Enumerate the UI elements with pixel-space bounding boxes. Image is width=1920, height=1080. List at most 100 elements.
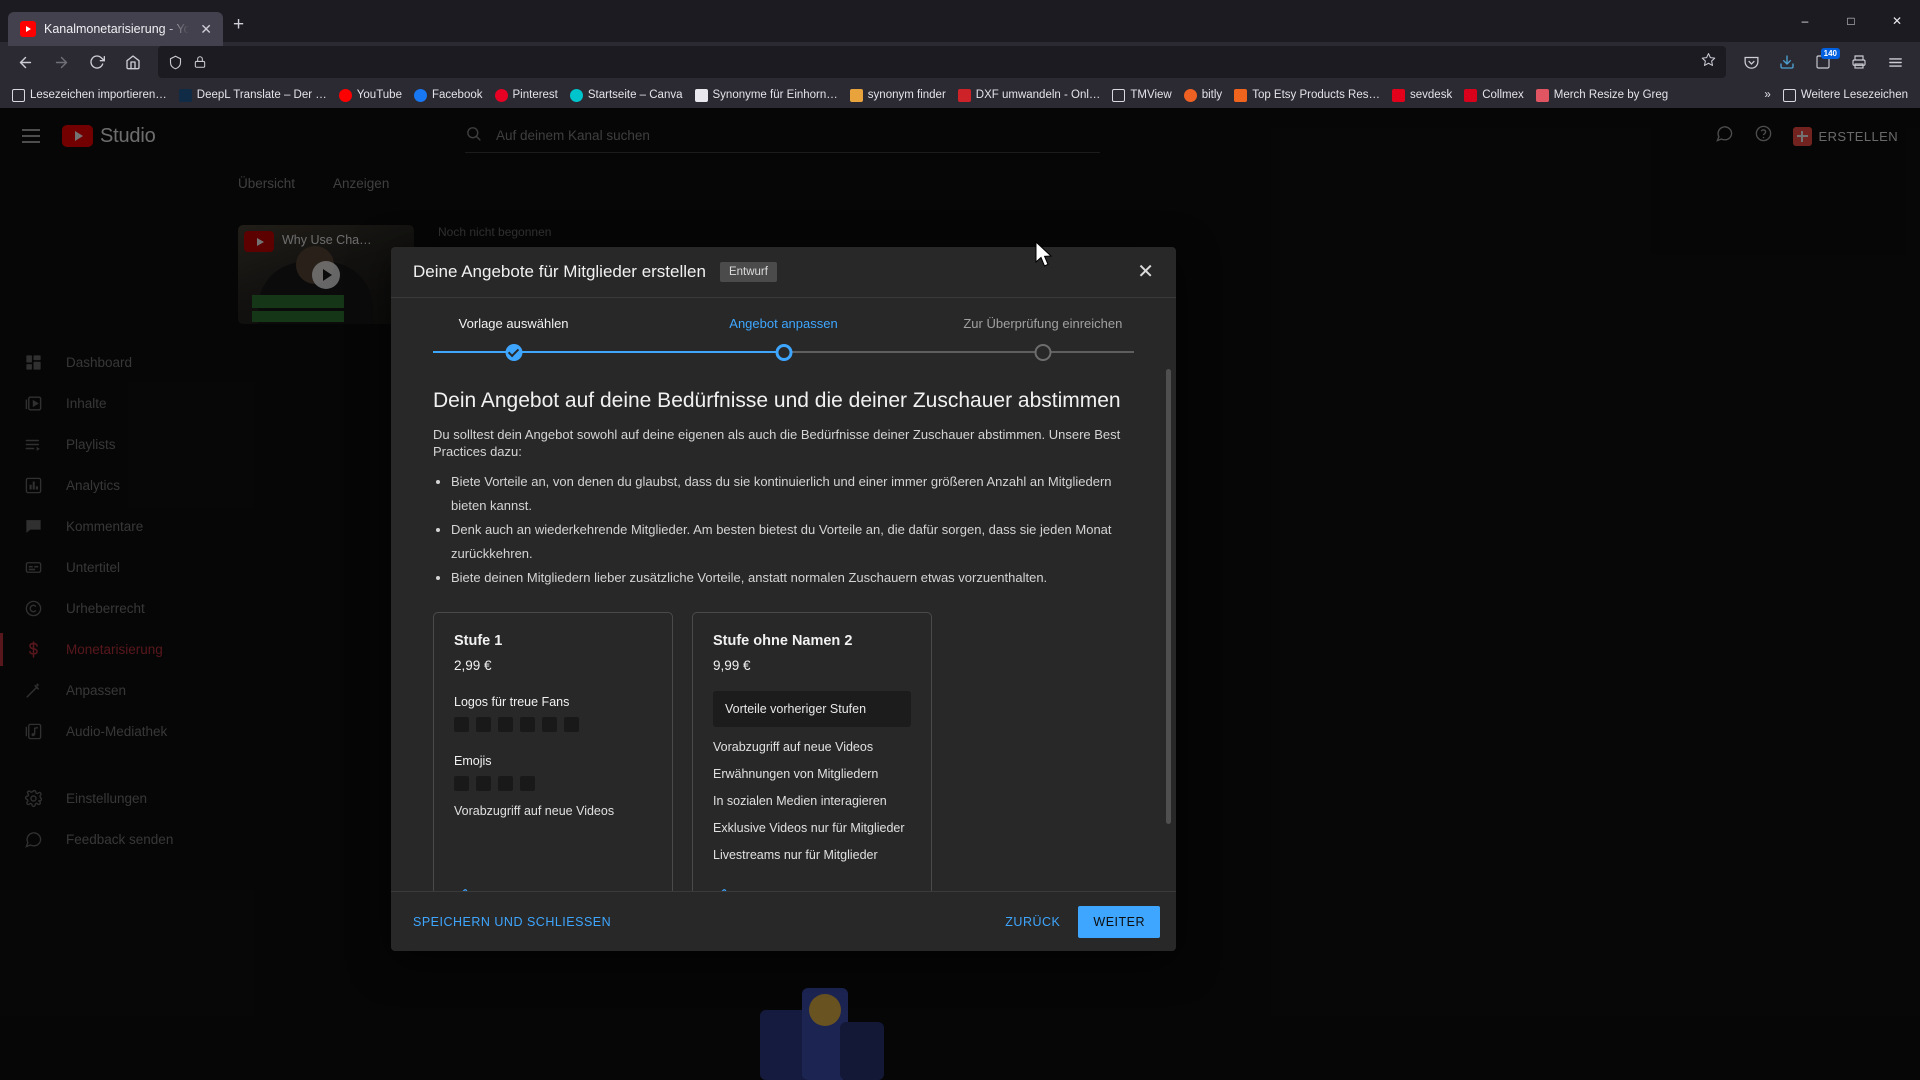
tab-strip: Kanalmonetarisierung - YouTub ✕ +: [0, 0, 244, 46]
edit-tier-button[interactable]: BEARBEITEN: [454, 862, 652, 891]
create-offers-modal: Deine Angebote für Mitglieder erstellen …: [391, 247, 1176, 951]
perk-item: Livestreams nur für Mitglieder: [713, 848, 878, 862]
perk-item: Vorabzugriff auf neue Videos: [454, 804, 615, 818]
close-icon[interactable]: ✕: [197, 20, 215, 38]
step-dot-2[interactable]: [775, 344, 792, 361]
pocket-icon[interactable]: [1734, 46, 1768, 78]
bookmark-item[interactable]: bitly: [1178, 86, 1228, 105]
bookmark-item[interactable]: Synonyme für Einhorn…: [689, 86, 844, 105]
pencil-icon: [713, 888, 728, 891]
etsy-icon: [1234, 88, 1248, 102]
modal-scroll-area: Dein Angebot auf deine Bedürfnisse und d…: [391, 363, 1176, 891]
tier-price: 2,99 €: [454, 658, 492, 673]
best-practice-item: Biete Vorteile an, von denen du glaubst,…: [451, 470, 1134, 518]
shield-icon[interactable]: [168, 55, 183, 70]
section-title: Dein Angebot auf deine Bedürfnisse und d…: [433, 389, 1121, 412]
perk-swatch: [454, 776, 469, 791]
window-close-button[interactable]: ✕: [1874, 0, 1920, 42]
perk-swatch: [498, 717, 513, 732]
import-icon: [12, 88, 25, 102]
bookmark-item[interactable]: Startseite – Canva: [564, 86, 689, 105]
extension-badge-icon[interactable]: 140: [1806, 46, 1840, 78]
other-bookmarks-folder[interactable]: Weitere Lesezeichen: [1777, 86, 1914, 105]
bookmark-item[interactable]: Top Etsy Products Res…: [1228, 86, 1386, 105]
forward-icon[interactable]: [44, 46, 78, 78]
address-bar[interactable]: [158, 46, 1726, 78]
tab-title: Kanalmonetarisierung - YouTub: [44, 22, 190, 36]
sevdesk-icon: [1392, 88, 1406, 102]
bookmark-item[interactable]: DXF umwandeln - Onl…: [952, 86, 1107, 105]
bookmark-item[interactable]: Lesezeichen importieren…: [6, 86, 173, 105]
next-button[interactable]: WEITER: [1078, 905, 1160, 938]
bookmark-item[interactable]: Facebook: [408, 86, 489, 105]
new-tab-button[interactable]: +: [233, 15, 244, 34]
modal-footer: SPEICHERN UND SCHLIESSEN ZURÜCK WEITER: [391, 891, 1176, 951]
pencil-icon: [454, 888, 469, 891]
lock-icon[interactable]: [193, 55, 207, 69]
perk-swatch-row: [454, 776, 652, 791]
browser-tab[interactable]: Kanalmonetarisierung - YouTub ✕: [8, 12, 223, 46]
bookmark-label: TMView: [1130, 89, 1172, 101]
bookmark-label: DXF umwandeln - Onl…: [975, 89, 1101, 101]
perk-swatch: [564, 717, 579, 732]
bookmark-item[interactable]: Merch Resize by Greg: [1530, 86, 1674, 105]
bookmark-item[interactable]: Collmex: [1458, 86, 1530, 105]
step-label-3[interactable]: Zur Überprüfung einreichen: [963, 316, 1122, 331]
print-icon[interactable]: [1842, 46, 1876, 78]
app-menu-icon[interactable]: [1878, 46, 1912, 78]
synonyme-icon: [694, 88, 708, 102]
bookmark-label: sevdesk: [1410, 89, 1453, 101]
stepper-labels: Vorlage auswählen Angebot anpassen Zur Ü…: [433, 316, 1134, 336]
tier-name: Stufe 1: [454, 633, 503, 649]
bookmark-item[interactable]: synonym finder: [844, 86, 952, 105]
minimize-button[interactable]: –: [1782, 0, 1828, 42]
bookmark-label: YouTube: [356, 89, 402, 101]
bookmark-star-icon[interactable]: [1701, 52, 1716, 72]
modal-footer-actions: ZURÜCK WEITER: [1005, 905, 1160, 938]
collmex-icon: [1464, 88, 1478, 102]
edit-tier-button[interactable]: BEARBEITEN: [713, 862, 911, 891]
pinterest-icon: [494, 88, 508, 102]
bookmark-label: Collmex: [1482, 89, 1524, 101]
back-icon[interactable]: [8, 46, 42, 78]
bookmarks-bar: Lesezeichen importieren… DeepL Translate …: [0, 82, 1920, 108]
bookmark-label: Pinterest: [512, 89, 558, 101]
stepper-track: [433, 341, 1134, 363]
perk-swatch: [476, 717, 491, 732]
step-dot-3[interactable]: [1034, 344, 1052, 361]
bookmark-label: bitly: [1201, 89, 1223, 101]
perk-swatch: [476, 776, 491, 791]
modal-header: Deine Angebote für Mitglieder erstellen …: [391, 247, 1176, 298]
other-bookmarks-label: Weitere Lesezeichen: [1800, 89, 1908, 101]
step-label-1[interactable]: Vorlage auswählen: [459, 316, 569, 331]
dxf-icon: [957, 88, 971, 102]
edit-tier-label: BEARBEITEN: [481, 889, 565, 892]
bookmarks-overflow-button[interactable]: »: [1758, 86, 1776, 104]
modal-title: Deine Angebote für Mitglieder erstellen: [413, 262, 706, 281]
tier-name: Stufe ohne Namen 2: [713, 633, 853, 649]
back-button[interactable]: ZURÜCK: [1005, 915, 1060, 929]
merch-icon: [1535, 88, 1549, 102]
bookmark-item[interactable]: TMView: [1106, 86, 1177, 105]
bookmark-item[interactable]: DeepL Translate – Der …: [173, 86, 333, 105]
home-icon[interactable]: [116, 46, 150, 78]
youtube-favicon: [20, 21, 36, 37]
close-icon[interactable]: ✕: [1131, 256, 1160, 288]
window-controls: – □ ✕: [1782, 0, 1920, 42]
download-icon[interactable]: [1770, 46, 1804, 78]
step-label-2[interactable]: Angebot anpassen: [729, 316, 837, 331]
reload-icon[interactable]: [80, 46, 114, 78]
bookmark-item[interactable]: YouTube: [333, 86, 408, 105]
perk-group-heading: Logos für treue Fans: [454, 695, 570, 709]
modal-scrollbar[interactable]: [1166, 369, 1171, 824]
maximize-button[interactable]: □: [1828, 0, 1874, 42]
step-dot-1[interactable]: [505, 344, 523, 361]
bookmark-item[interactable]: Pinterest: [489, 86, 564, 105]
save-and-close-button[interactable]: SPEICHERN UND SCHLIESSEN: [413, 915, 611, 929]
bookmark-label: DeepL Translate – Der …: [196, 89, 327, 101]
bookmark-label: Startseite – Canva: [587, 89, 683, 101]
bookmark-item[interactable]: sevdesk: [1386, 86, 1458, 105]
mouse-cursor: [1035, 241, 1053, 267]
folder-orange-icon: [849, 88, 863, 102]
extension-badge-count: 140: [1820, 48, 1840, 59]
